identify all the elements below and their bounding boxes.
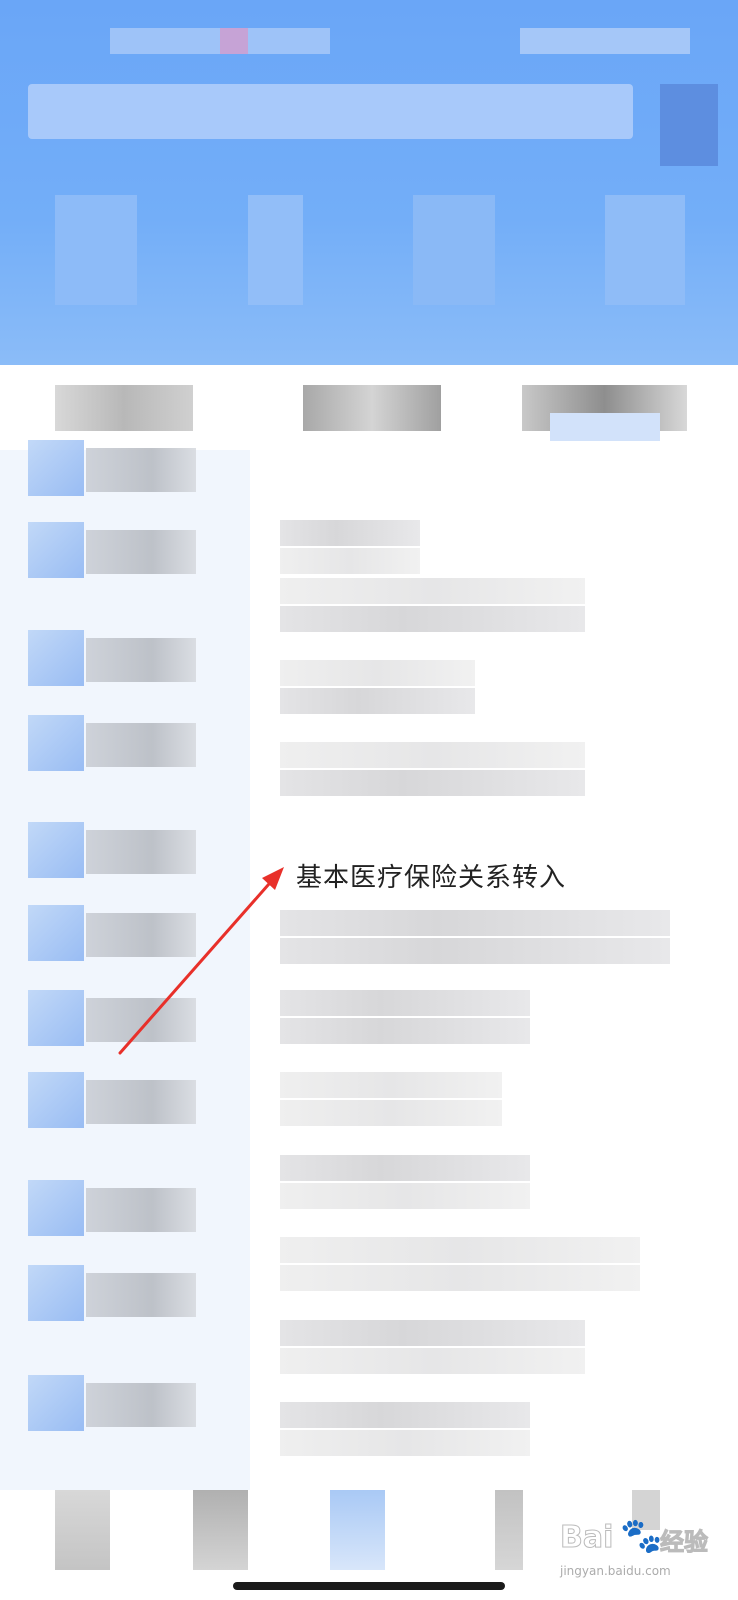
category-sidebar — [0, 440, 250, 1490]
service-item-blur — [280, 660, 475, 686]
nav-tab-2-blur[interactable] — [193, 1490, 248, 1570]
category-item[interactable] — [28, 1265, 198, 1327]
category-label-blur — [86, 998, 196, 1042]
category-icon — [28, 1180, 84, 1236]
category-label-blur — [86, 1080, 196, 1124]
tab-1-blur[interactable] — [55, 385, 193, 431]
service-item[interactable] — [250, 990, 738, 1046]
service-item-blur — [280, 770, 585, 796]
category-item[interactable] — [28, 905, 198, 967]
service-item-blur — [280, 742, 585, 768]
service-item-blur — [280, 990, 530, 1016]
category-item[interactable] — [28, 990, 198, 1052]
service-item-blur — [280, 548, 420, 574]
tab-strip — [0, 365, 738, 450]
category-icon — [28, 440, 84, 496]
status-bar-accent — [220, 28, 248, 54]
category-label-blur — [86, 448, 196, 492]
service-item[interactable] — [250, 520, 738, 576]
tab-active-indicator — [550, 413, 660, 441]
category-label-blur — [86, 913, 196, 957]
header-shortcut-1[interactable] — [55, 195, 137, 305]
nav-tab-4-blur[interactable] — [495, 1490, 523, 1570]
search-bar-blur[interactable] — [28, 84, 633, 139]
category-icon — [28, 1265, 84, 1321]
category-label-blur — [86, 830, 196, 874]
paw-icon: 🐾 — [619, 1516, 663, 1557]
header-shortcut-3[interactable] — [413, 195, 495, 305]
category-item[interactable] — [28, 1375, 198, 1437]
category-item[interactable] — [28, 1072, 198, 1134]
service-item-blur — [280, 1100, 502, 1126]
service-item[interactable] — [250, 1072, 738, 1128]
category-item[interactable] — [28, 715, 198, 777]
nav-tab-1-blur[interactable] — [55, 1490, 110, 1570]
service-item-blur — [280, 578, 585, 604]
service-item-blur — [280, 1320, 585, 1346]
category-label-blur — [86, 723, 196, 767]
watermark-brand-suffix: 经验 — [660, 1528, 709, 1557]
app-screen: 基本医疗保险关系转入 Bai 🐾 经验 jingyan.baidu.com — [0, 0, 738, 1600]
service-item-blur — [280, 1072, 502, 1098]
category-icon — [28, 1072, 84, 1128]
header-shortcut-2[interactable] — [248, 195, 303, 305]
service-item-blur — [280, 688, 475, 714]
service-item-blur — [280, 606, 585, 632]
watermark-url: jingyan.baidu.com — [560, 1564, 671, 1578]
category-label-blur — [86, 638, 196, 682]
service-item[interactable] — [250, 1402, 738, 1458]
service-item-blur — [280, 1348, 585, 1374]
service-item[interactable] — [250, 1155, 738, 1211]
category-icon — [28, 1375, 84, 1431]
service-item[interactable] — [250, 1237, 738, 1293]
category-icon — [28, 822, 84, 878]
search-button-blur[interactable] — [660, 84, 718, 166]
service-item-blur — [280, 1265, 640, 1291]
category-item[interactable] — [28, 440, 198, 502]
category-label-blur — [86, 530, 196, 574]
service-item-blur — [280, 1155, 530, 1181]
category-item[interactable] — [28, 1180, 198, 1242]
service-item[interactable] — [250, 660, 738, 716]
service-item-blur — [280, 1018, 530, 1044]
category-label-blur — [86, 1188, 196, 1232]
category-item[interactable] — [28, 522, 198, 584]
service-item-blur — [280, 520, 420, 546]
category-icon — [28, 715, 84, 771]
category-item[interactable] — [28, 822, 198, 884]
category-item[interactable] — [28, 630, 198, 692]
category-icon — [28, 990, 84, 1046]
service-item-blur — [280, 1237, 640, 1263]
service-list — [250, 450, 738, 1490]
service-item[interactable] — [250, 910, 738, 966]
blurred-header — [0, 0, 738, 365]
category-label-blur — [86, 1383, 196, 1427]
service-item-blur — [280, 1183, 530, 1209]
header-shortcut-4[interactable] — [605, 195, 685, 305]
baidu-jingyan-watermark: Bai 🐾 经验 jingyan.baidu.com — [559, 1516, 730, 1580]
tab-2-blur[interactable] — [303, 385, 441, 431]
nav-tab-3-blur[interactable] — [330, 1490, 385, 1570]
service-item-blur — [280, 1402, 530, 1428]
service-item-blur — [280, 910, 670, 936]
category-icon — [28, 905, 84, 961]
service-item-blur — [280, 1430, 530, 1456]
service-item[interactable] — [250, 1320, 738, 1376]
category-icon — [28, 630, 84, 686]
annotation-label: 基本医疗保险关系转入 — [292, 855, 571, 896]
status-bar-right-blur — [520, 28, 690, 54]
category-icon — [28, 522, 84, 578]
service-item-blur — [280, 938, 670, 964]
service-item[interactable] — [250, 578, 738, 634]
service-item[interactable] — [250, 742, 738, 798]
category-label-blur — [86, 1273, 196, 1317]
watermark-brand: Bai — [559, 1520, 614, 1556]
home-indicator[interactable] — [233, 1582, 505, 1590]
